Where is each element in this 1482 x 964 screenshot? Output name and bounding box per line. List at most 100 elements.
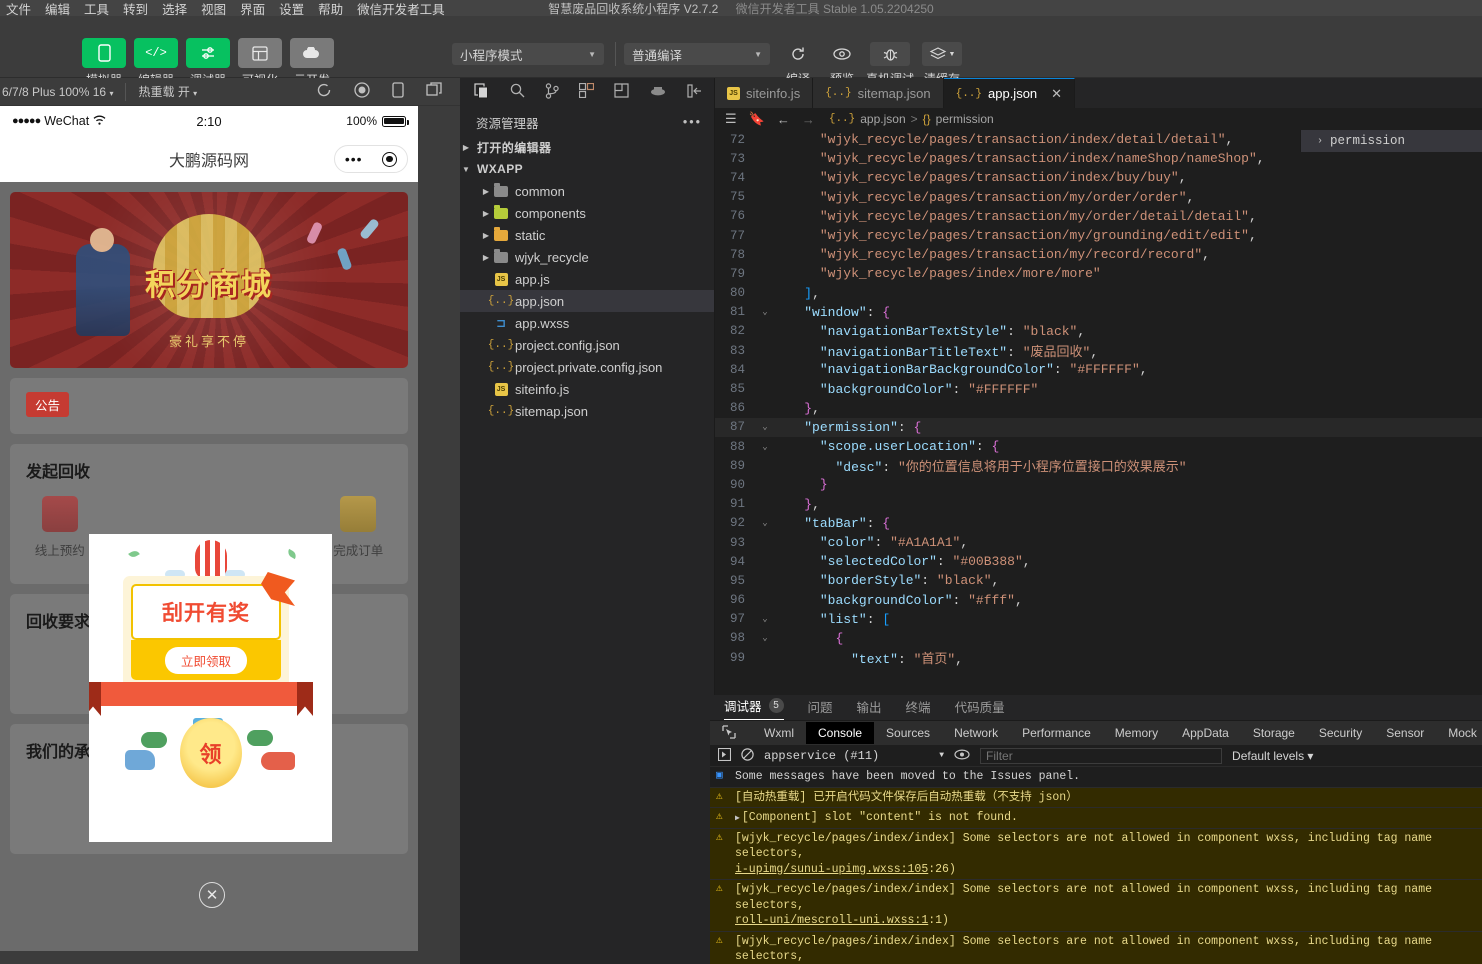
devtools-tab-sources[interactable]: Sources [874, 722, 942, 744]
extensions-icon[interactable] [579, 83, 594, 103]
editor-tab-app-json[interactable]: {..} app.json ✕ [944, 78, 1075, 108]
tree-item-static[interactable]: ▶ static [460, 224, 714, 246]
devtools-tab-network[interactable]: Network [942, 722, 1010, 744]
docker-icon[interactable] [649, 84, 667, 102]
panel-tab-output[interactable]: 输出 [857, 697, 882, 720]
code-line[interactable]: 96 "backgroundColor": "#fff", [715, 591, 1482, 610]
devtools-tab-mock[interactable]: Mock [1436, 722, 1482, 744]
tree-item-project-private-config[interactable]: {..} project.private.config.json [460, 356, 714, 378]
code-line[interactable]: 75 "wjyk_recycle/pages/transaction/my/or… [715, 188, 1482, 207]
collapse-panel-icon[interactable] [687, 84, 715, 103]
devtools-tab-console[interactable]: Console [806, 722, 874, 744]
fold-toggle-icon[interactable]: ⌄ [757, 518, 773, 528]
code-line[interactable]: 87⌄ "permission": { [715, 418, 1482, 437]
console-log-item[interactable]: ⚠ ▶[Component] slot "content" is not fou… [710, 808, 1482, 829]
record-icon[interactable] [354, 82, 370, 101]
editor-tab-sitemap-json[interactable]: {..} sitemap.json [813, 78, 943, 108]
device-select[interactable]: e 6/7/8 Plus 100% 16 ▾ [0, 85, 113, 99]
editor-tab-siteinfo-js[interactable]: JS siteinfo.js [715, 78, 813, 108]
search-icon[interactable] [510, 83, 525, 103]
devtools-tab-performance[interactable]: Performance [1010, 722, 1103, 744]
devtools-tab-sensor[interactable]: Sensor [1374, 722, 1436, 744]
tree-item-common[interactable]: ▶ common [460, 180, 714, 202]
console-filter-input[interactable] [980, 748, 1222, 764]
tree-item-project-config[interactable]: {..} project.config.json [460, 334, 714, 356]
ellipsis-icon[interactable]: ••• [683, 115, 702, 129]
console-log-link[interactable]: roll-uni/mescroll-uni.wxss:1 [735, 914, 928, 927]
console-log-item[interactable]: ⚠ [自动热重载] 已开启代码文件保存后自动热重载（不支持 json） [710, 788, 1482, 809]
code-line[interactable]: 97⌄ "list": [ [715, 610, 1482, 629]
popup-close-button[interactable]: ✕ [199, 882, 225, 908]
code-line[interactable]: 91 }, [715, 495, 1482, 514]
popup-claim-button[interactable]: 立即领取 [165, 647, 247, 674]
code-line[interactable]: 94 "selectedColor": "#00B388", [715, 552, 1482, 571]
panel-tab-debugger[interactable]: 调试器 5 [724, 696, 784, 720]
code-line[interactable]: 74 "wjyk_recycle/pages/transaction/index… [715, 168, 1482, 187]
code-line[interactable]: 88⌄ "scope.userLocation": { [715, 437, 1482, 456]
expand-arrow-icon[interactable]: ▶ [735, 814, 740, 823]
code-line[interactable]: 84 "navigationBarBackgroundColor": "#FFF… [715, 360, 1482, 379]
devtools-tab-memory[interactable]: Memory [1103, 722, 1170, 744]
close-target-icon[interactable] [382, 152, 397, 167]
panel-tab-problems[interactable]: 问题 [808, 697, 833, 720]
code-line[interactable]: 85 "backgroundColor": "#FFFFFF" [715, 379, 1482, 398]
tree-item-app-json[interactable]: {..} app.json [460, 290, 714, 312]
detach-icon[interactable] [426, 82, 442, 101]
code-line[interactable]: 73 "wjyk_recycle/pages/transaction/index… [715, 149, 1482, 168]
console-log-item[interactable]: ⚠ [wjyk_recycle/pages/index/index] Some … [710, 880, 1482, 932]
fold-toggle-icon[interactable]: ⌄ [757, 307, 773, 317]
compile-select[interactable]: 普通编译 ▼ [624, 43, 770, 65]
devtools-tab-wxml[interactable]: Wxml [752, 722, 806, 744]
project-root-row[interactable]: ▼ WXAPP [460, 158, 714, 180]
code-line[interactable]: 90 } [715, 475, 1482, 494]
devtools-tab-storage[interactable]: Storage [1241, 722, 1307, 744]
console-context-select[interactable]: appservice (#11) ▼ [764, 749, 944, 763]
bookmark-icon[interactable]: 🔖 [749, 111, 765, 127]
devtools-tab-security[interactable]: Security [1307, 722, 1374, 744]
tree-item-wjyk-recycle[interactable]: ▶ wjyk_recycle [460, 246, 714, 268]
hot-reload-toggle[interactable]: 热重载 开 ▾ [138, 83, 197, 100]
tree-item-app-js[interactable]: JS app.js [460, 268, 714, 290]
outline-item-permission[interactable]: › permission [1301, 130, 1482, 152]
code-line[interactable]: 98⌄ { [715, 629, 1482, 648]
code-area[interactable]: 72 "wjyk_recycle/pages/transaction/index… [715, 130, 1482, 670]
console-log-item[interactable]: ▣ Some messages have been moved to the I… [710, 767, 1482, 788]
code-line[interactable]: 76 "wjyk_recycle/pages/transaction/my/or… [715, 207, 1482, 226]
fold-toggle-icon[interactable]: ⌄ [757, 633, 773, 643]
code-line[interactable]: 89 "desc": "你的位置信息将用于小程序位置接口的效果展示" [715, 456, 1482, 475]
devtools-tab-appdata[interactable]: AppData [1170, 722, 1241, 744]
code-line[interactable]: 81⌄ "window": { [715, 303, 1482, 322]
open-editors-row[interactable]: ▶ 打开的编辑器 [460, 136, 714, 158]
code-line[interactable]: 77 "wjyk_recycle/pages/transaction/my/gr… [715, 226, 1482, 245]
execute-icon[interactable] [718, 748, 731, 764]
code-line[interactable]: 78 "wjyk_recycle/pages/transaction/my/re… [715, 245, 1482, 264]
code-line[interactable]: 79 "wjyk_recycle/pages/index/more/more" [715, 264, 1482, 283]
lottery-popup[interactable]: 刮开有奖 立即领取 领 [89, 534, 332, 842]
code-line[interactable]: 93 "color": "#A1A1A1", [715, 533, 1482, 552]
plugin-icon[interactable] [614, 83, 629, 103]
eye-icon[interactable] [954, 749, 970, 763]
rotate-icon[interactable] [392, 82, 404, 101]
back-icon[interactable]: ← [777, 112, 790, 127]
files-icon[interactable] [474, 83, 490, 104]
fold-toggle-icon[interactable]: ⌄ [757, 422, 773, 432]
code-line[interactable]: 86 }, [715, 399, 1482, 418]
list-icon[interactable]: ☰ [725, 111, 737, 127]
mode-select[interactable]: 小程序模式 ▼ [452, 43, 604, 65]
wechat-capsule[interactable]: ••• [334, 145, 408, 173]
tree-item-siteinfo-js[interactable]: JS siteinfo.js [460, 378, 714, 400]
console-levels-select[interactable]: Default levels ▾ [1232, 749, 1313, 763]
code-line[interactable]: 100 "pagePath": "wjyk_recycle/pages/tran… [715, 667, 1482, 670]
popup-coin[interactable]: 领 [180, 718, 242, 788]
code-line[interactable]: 99 "text": "首页", [715, 648, 1482, 667]
tree-item-sitemap-json[interactable]: {..} sitemap.json [460, 400, 714, 422]
forward-icon[interactable]: → [802, 112, 815, 127]
clear-console-icon[interactable] [741, 748, 754, 764]
fold-toggle-icon[interactable]: ⌄ [757, 442, 773, 452]
code-line[interactable]: 80 ], [715, 284, 1482, 303]
console-log-link[interactable]: i-upimg/sunui-upimg.wxss:105 [735, 863, 928, 876]
close-icon[interactable]: ✕ [1051, 86, 1062, 102]
code-line[interactable]: 92⌄ "tabBar": { [715, 514, 1482, 533]
panel-tab-terminal[interactable]: 终端 [906, 697, 931, 720]
source-control-icon[interactable] [545, 83, 559, 104]
